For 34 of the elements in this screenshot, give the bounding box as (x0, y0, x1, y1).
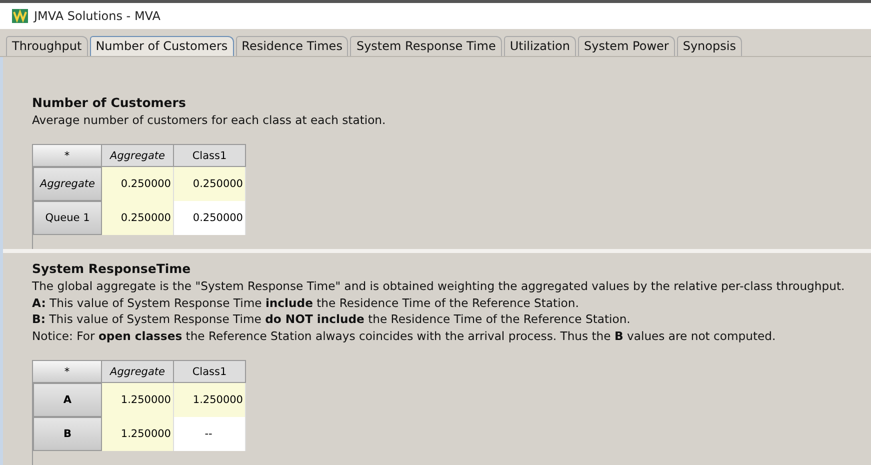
tab[interactable]: System Power (578, 36, 675, 56)
app-logo-icon (12, 8, 28, 23)
table-cell: 1.250000 (174, 383, 246, 417)
table-cell: 0.250000 (174, 167, 246, 201)
table-cell: 1.250000 (102, 417, 174, 451)
table-cell: 0.250000 (102, 201, 174, 235)
row-header: Aggregate (33, 167, 102, 201)
row-header: Queue 1 (33, 201, 102, 235)
tab[interactable]: Throughput (6, 36, 88, 56)
tab[interactable]: Residence Times (236, 36, 348, 56)
description-text: A: This value of System Response Time include the Residence Time of the Reference Station. (32, 294, 579, 311)
window-title: JMVA Solutions - MVA (34, 8, 160, 23)
column-header: * (33, 145, 102, 167)
column-header: Aggregate (102, 145, 174, 167)
description-text: The global aggregate is the "System Response Time" and is obtained weighting the aggregated values by the relative per-class throughput. (32, 278, 845, 294)
tab[interactable]: Number of Customers (90, 36, 234, 56)
row-header: B (33, 417, 102, 451)
section-heading: Number of Customers (32, 94, 186, 110)
column-header: Aggregate (102, 361, 174, 383)
column-header: Class1 (174, 145, 246, 167)
tab[interactable]: System Response Time (350, 36, 502, 56)
description-text: Average number of customers for each class at each station. (32, 112, 386, 128)
description-text: Notice: For open classes the Reference Station always coincides with the arrival process. Thus the B values are not computed. (32, 328, 776, 344)
section-heading: System ResponseTime (32, 261, 191, 276)
tab[interactable]: Utilization (504, 36, 576, 56)
tab[interactable]: Synopsis (676, 36, 742, 56)
table-cell: -- (174, 417, 246, 451)
table-cell: 1.250000 (102, 383, 174, 417)
column-header: * (33, 361, 102, 383)
table-cell: 0.250000 (102, 167, 174, 201)
table-cell: 0.250000 (174, 201, 246, 235)
row-header: A (33, 383, 102, 417)
column-header: Class1 (174, 361, 246, 383)
description-text: B: This value of System Response Time do NOT include the Residence Time of the Reference Station. (32, 311, 630, 328)
